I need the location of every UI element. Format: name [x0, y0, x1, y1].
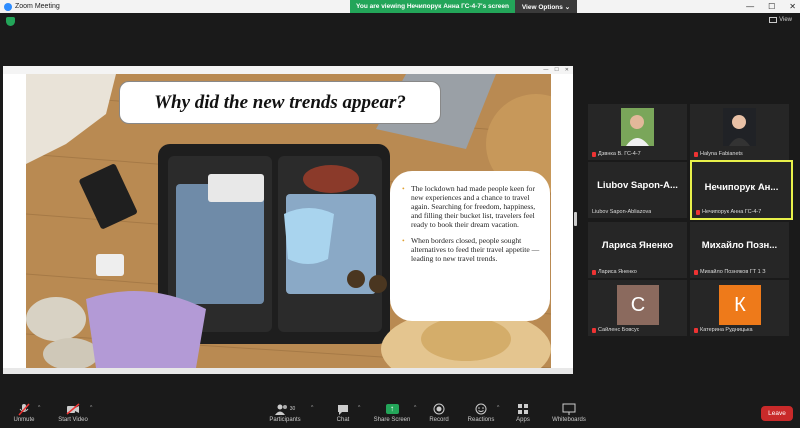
participant-tile[interactable]: Михайло Позн... Михайло Позняков ГТ 1 З — [690, 222, 789, 278]
video-options-chevron-icon[interactable]: ^ — [90, 405, 92, 411]
view-label: View — [779, 17, 792, 23]
chat-button[interactable]: Chat — [316, 402, 370, 423]
participant-initial-avatar: К — [719, 285, 761, 325]
view-options-button[interactable]: View Options ⌄ — [515, 0, 577, 13]
chat-icon — [337, 402, 349, 416]
video-off-icon — [66, 402, 80, 416]
security-shield-icon[interactable] — [6, 17, 15, 26]
participant-tile[interactable]: Лариса Яненко Лариса Яненко — [588, 222, 687, 278]
participants-icon: 30 — [274, 402, 296, 416]
whiteboards-button[interactable]: Whiteboards — [542, 402, 596, 423]
slide-bullet: When borders closed, people sought alter… — [402, 236, 540, 263]
apps-icon — [517, 402, 529, 416]
muted-microphone-icon — [18, 402, 30, 416]
participant-initial-avatar: С — [617, 285, 659, 325]
participants-count: 30 — [289, 406, 296, 412]
share-screen-button[interactable]: ↑ Share Screen — [365, 402, 419, 423]
close-icon[interactable]: ✕ — [789, 2, 796, 11]
participant-name: Сайленс Бовсус — [592, 327, 639, 333]
whiteboard-icon — [562, 402, 576, 416]
minimize-icon[interactable]: — — [746, 2, 754, 11]
participant-name: Halyna Fabianets — [694, 151, 743, 157]
audio-options-chevron-icon[interactable]: ^ — [38, 405, 40, 411]
participant-tile[interactable]: С Сайленс Бовсус — [588, 280, 687, 336]
participant-name: Нечипорук Анна ГС-4-7 — [696, 209, 761, 215]
leave-button[interactable]: Leave — [761, 406, 793, 421]
presentation-slide: Why did the new trends appear? The lockd… — [26, 74, 551, 368]
participant-name: Михайло Позняков ГТ 1 З — [694, 269, 766, 275]
muted-mic-icon — [592, 151, 596, 157]
participants-chevron-icon[interactable]: ^ — [311, 405, 313, 411]
view-button[interactable]: View — [769, 17, 792, 23]
participant-display-name: Нечипорук Ан... — [704, 182, 779, 193]
reactions-icon — [475, 402, 487, 416]
participant-name: Лариса Яненко — [592, 269, 637, 275]
maximize-icon[interactable]: ☐ — [768, 2, 775, 11]
muted-mic-icon — [696, 209, 700, 215]
shared-window-titlebar: — ☐ ✕ — [3, 66, 573, 74]
muted-mic-icon — [694, 151, 698, 157]
participant-name: Катерина Рудницька — [694, 327, 753, 333]
participant-tile[interactable]: Дзвнка В. ГС-4-7 — [588, 104, 687, 160]
grid-icon — [769, 17, 778, 23]
shared-screen: — ☐ ✕ Why did the new trends appear? • T… — [3, 66, 573, 374]
viewing-banner: You are viewing Нечипорук Анна ГС-4-7's … — [350, 0, 515, 13]
muted-mic-icon — [592, 327, 596, 333]
participant-name: Дзвнка В. ГС-4-7 — [592, 151, 641, 157]
chat-chevron-icon[interactable]: ^ — [358, 405, 360, 411]
participants-button[interactable]: 30 Participants — [258, 402, 312, 423]
unmute-button[interactable]: Unmute — [0, 402, 51, 423]
participant-tile-active-speaker[interactable]: Нечипорук Ан... Нечипорук Анна ГС-4-7 — [690, 160, 793, 220]
participant-display-name: Лариса Яненко — [601, 240, 674, 251]
muted-mic-icon — [592, 269, 596, 275]
slide-title: Why did the new trends appear? — [154, 91, 406, 113]
slide-text-box: The lockdown had made people keen for ne… — [390, 171, 550, 321]
muted-mic-icon — [694, 269, 698, 275]
participant-tile[interactable]: Liubov Sapon-A... Liubov Sapon-Abliazova — [588, 162, 687, 218]
slide-title-box: Why did the new trends appear? — [119, 81, 441, 124]
zoom-logo-icon — [4, 2, 12, 11]
participant-name: Liubov Sapon-Abliazova — [592, 209, 652, 215]
shared-window-controls: — ☐ ✕ — [543, 67, 569, 73]
window-title: Zoom Meeting — [15, 3, 60, 10]
app-title: Zoom Meeting — [0, 2, 60, 11]
participant-display-name: Михайло Позн... — [701, 240, 778, 251]
participant-tile[interactable]: К Катерина Рудницька — [690, 280, 789, 336]
record-icon — [433, 402, 445, 416]
share-screen-icon: ↑ — [385, 404, 399, 414]
participant-photo — [723, 108, 756, 146]
shared-window-statusbar — [3, 368, 573, 374]
panel-splitter-handle[interactable] — [574, 212, 577, 226]
muted-mic-icon — [694, 327, 698, 333]
slide-bullet: The lockdown had made people keen for ne… — [402, 184, 540, 230]
window-controls: — ☐ ✕ — [746, 0, 796, 13]
participant-tile[interactable]: Halyna Fabianets — [690, 104, 789, 160]
participant-photo — [621, 108, 654, 146]
meeting-toolbar: Unmute ^ Start Video ^ 30 Participants ^… — [0, 398, 800, 428]
participant-display-name: Liubov Sapon-A... — [597, 180, 678, 191]
slide-bullet-list: The lockdown had made people keen for ne… — [402, 184, 540, 263]
